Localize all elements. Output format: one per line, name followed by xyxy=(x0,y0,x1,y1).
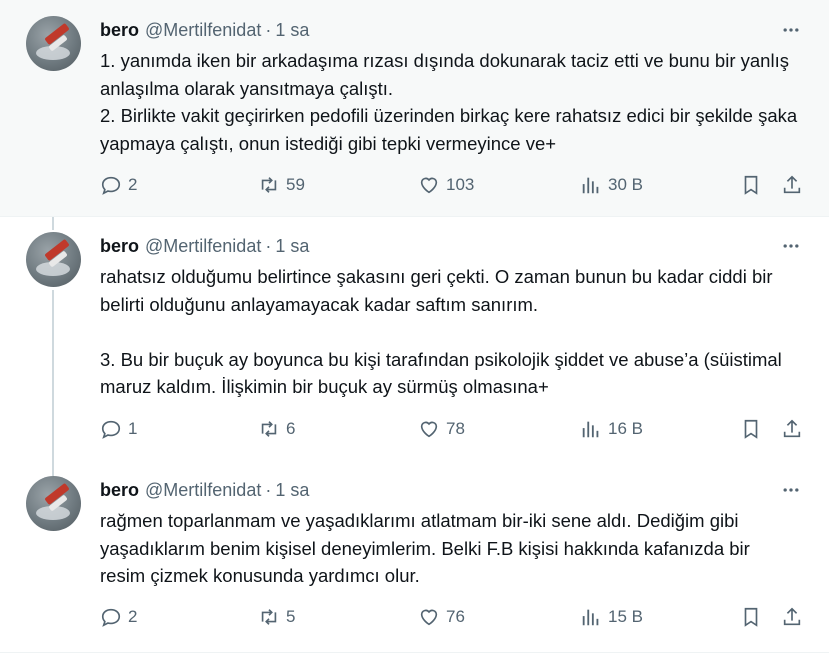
display-name[interactable]: bero xyxy=(100,480,139,501)
display-name[interactable]: bero xyxy=(100,20,139,41)
views-count: 30 B xyxy=(608,175,643,194)
more-icon[interactable] xyxy=(779,18,803,42)
like-count: 78 xyxy=(446,419,465,438)
share-button[interactable] xyxy=(781,606,803,628)
tweet[interactable]: bero @Mertilfenidat · 1 sa rahatsız oldu… xyxy=(0,218,829,462)
more-icon[interactable] xyxy=(779,478,803,502)
reply-button[interactable]: 1 xyxy=(100,418,137,440)
avatar[interactable] xyxy=(26,476,81,531)
user-handle[interactable]: @Mertilfenidat xyxy=(145,480,261,501)
tweet-text: 1. yanımda iken bir arkadaşıma rızası dı… xyxy=(100,50,798,154)
like-button[interactable]: 78 xyxy=(418,418,465,440)
user-handle[interactable]: @Mertilfenidat xyxy=(145,236,261,257)
user-handle[interactable]: @Mertilfenidat xyxy=(145,20,261,41)
bookmark-icon xyxy=(744,419,758,439)
reply-count: 2 xyxy=(128,175,138,194)
separator: · xyxy=(265,19,272,40)
views-count: 16 B xyxy=(608,419,643,438)
bookmark-button[interactable] xyxy=(740,606,762,628)
views-icon xyxy=(582,421,599,438)
bookmark-button[interactable] xyxy=(740,174,762,196)
avatar[interactable] xyxy=(26,232,81,287)
retweet-count: 6 xyxy=(286,419,296,438)
divider xyxy=(0,652,829,653)
like-button[interactable]: 76 xyxy=(418,606,465,628)
heart-icon xyxy=(420,177,438,194)
separator: · xyxy=(265,235,272,256)
like-button[interactable]: 103 xyxy=(418,174,474,196)
retweet-button[interactable]: 59 xyxy=(258,174,305,196)
reply-count: 2 xyxy=(128,607,138,626)
share-button[interactable] xyxy=(781,174,803,196)
reply-button[interactable]: 2 xyxy=(100,606,137,628)
bookmark-icon xyxy=(744,607,758,627)
heart-icon xyxy=(420,609,438,626)
share-icon xyxy=(783,175,801,194)
tweet[interactable]: bero @Mertilfenidat · 1 sa rağmen toparl… xyxy=(0,462,829,652)
action-bar: 1 6 78 16 B xyxy=(100,418,810,444)
timestamp[interactable]: 1 sa xyxy=(275,480,309,501)
views-button[interactable]: 16 B xyxy=(580,418,643,440)
tweet-header: bero @Mertilfenidat · 1 sa xyxy=(100,18,309,42)
tweet-header: bero @Mertilfenidat · 1 sa xyxy=(100,478,309,502)
reply-icon xyxy=(101,420,121,439)
timestamp[interactable]: 1 sa xyxy=(275,20,309,41)
reply-icon xyxy=(101,176,121,195)
share-button[interactable] xyxy=(781,418,803,440)
views-icon xyxy=(582,609,599,626)
separator: · xyxy=(265,479,272,500)
tweet-header: bero @Mertilfenidat · 1 sa xyxy=(100,234,309,258)
bookmark-button[interactable] xyxy=(740,418,762,440)
retweet-button[interactable]: 6 xyxy=(258,418,295,440)
share-icon xyxy=(783,607,801,626)
retweet-count: 59 xyxy=(286,175,305,194)
like-count: 76 xyxy=(446,607,465,626)
timestamp[interactable]: 1 sa xyxy=(275,236,309,257)
tweet-text: rağmen toparlanmam ve yaşadıklarımı atla… xyxy=(100,510,750,586)
views-icon xyxy=(582,177,599,194)
divider xyxy=(0,216,829,217)
more-icon[interactable] xyxy=(779,234,803,258)
reply-button[interactable]: 2 xyxy=(100,174,137,196)
retweet-count: 5 xyxy=(286,607,296,626)
retweet-icon xyxy=(261,177,277,193)
action-bar: 2 5 76 15 B xyxy=(100,606,810,632)
share-icon xyxy=(783,419,801,438)
like-count: 103 xyxy=(446,175,475,194)
retweet-icon xyxy=(261,609,277,625)
retweet-icon xyxy=(261,421,277,437)
reply-icon xyxy=(101,608,121,627)
views-button[interactable]: 15 B xyxy=(580,606,643,628)
tweet-text: rahatsız olduğumu belirtince şakasını ge… xyxy=(100,266,782,397)
views-count: 15 B xyxy=(608,607,643,626)
views-button[interactable]: 30 B xyxy=(580,174,643,196)
reply-count: 1 xyxy=(128,419,138,438)
heart-icon xyxy=(420,421,438,438)
avatar[interactable] xyxy=(26,16,81,71)
retweet-button[interactable]: 5 xyxy=(258,606,295,628)
bookmark-icon xyxy=(744,175,758,195)
tweet[interactable]: bero @Mertilfenidat · 1 sa 1. yanımda ik… xyxy=(0,0,829,216)
action-bar: 2 59 103 30 B xyxy=(100,174,810,200)
display-name[interactable]: bero xyxy=(100,236,139,257)
